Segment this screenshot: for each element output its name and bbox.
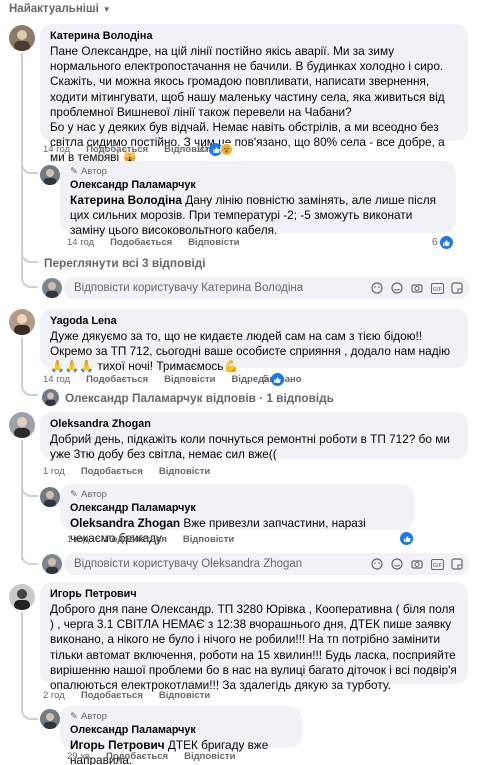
comment-actions: 1 год Подобається Відповісти [43, 466, 211, 477]
gif-icon[interactable]: GIF [430, 281, 444, 295]
avatar [42, 389, 59, 406]
sticker-pack-icon[interactable] [450, 281, 464, 295]
reply-button[interactable]: Відповісти [159, 466, 210, 477]
comment-bubble: Игорь Петрович Доброго дня пане Олександ… [40, 582, 468, 692]
like-button[interactable]: Подобається [110, 237, 172, 248]
pencil-icon: ✎ [70, 166, 78, 177]
comment-author[interactable]: Катерина Володіна [50, 29, 458, 43]
reply-actions: 1 год Подобається Відповісти [67, 534, 235, 545]
comment-bubble: Катерина Володіна Пане Олександре, на ці… [40, 24, 468, 164]
like-reaction-icon [400, 532, 413, 545]
pencil-icon: ✎ [70, 489, 78, 500]
sticker-pack-icon[interactable] [450, 557, 464, 571]
comment-actions: 14 год Подобається Відповісти [43, 144, 215, 155]
reply-button[interactable]: Відповісти [184, 751, 235, 762]
gif-icon[interactable]: GIF [430, 557, 444, 571]
like-button[interactable]: Подобається [105, 534, 167, 545]
like-reaction-icon [270, 373, 284, 386]
view-replies-label: Переглянути всі 3 відповіді [44, 256, 206, 270]
like-reaction-icon [439, 236, 453, 249]
svg-text:GIF: GIF [432, 287, 442, 293]
camera-icon[interactable] [410, 281, 424, 295]
comment-author[interactable]: Oleksandra Zhogan [50, 417, 458, 431]
like-button[interactable]: Подобається [106, 751, 168, 762]
mention-tag[interactable]: Игорь Петрович [70, 738, 165, 752]
reply-input[interactable]: Відповісти користувачу Oleksandra Zhogan… [64, 553, 470, 575]
comment-actions: 2 год Подобається Відповісти [43, 690, 211, 701]
avatar[interactable] [40, 165, 60, 185]
like-button[interactable]: Подобається [81, 690, 143, 701]
author-badge: ✎ Автор [70, 489, 107, 500]
current-user-avatar[interactable] [42, 278, 62, 298]
comment-time[interactable]: 14 год [43, 144, 70, 155]
comment-text: Доброго дня пане Олександр. ТП 3280 Юрів… [50, 602, 457, 693]
comment-text: Дуже дякуємо за то, що не кидаєте людей … [50, 329, 451, 374]
reply-button[interactable]: Відповісти [159, 690, 210, 701]
camera-icon[interactable] [410, 557, 424, 571]
chevron-down-icon: ▼ [102, 4, 111, 14]
emoji-icon[interactable] [390, 281, 404, 295]
reply-input[interactable]: Відповісти користувачу Катерина Володіна… [64, 277, 470, 299]
avatar[interactable] [40, 487, 60, 507]
view-replies-link[interactable]: Переглянути всі 3 відповіді [44, 256, 206, 270]
avatar[interactable] [9, 584, 35, 610]
reaction-count[interactable]: 6 [432, 236, 453, 249]
replied-summary: Олександр Паламарчук відповів · 1 відпов… [65, 390, 334, 405]
svg-text:GIF: GIF [432, 563, 442, 569]
sticker-icon[interactable] [370, 281, 384, 295]
reply-bubble: ✎ Автор Олександр Паламарчук Катерина Вол… [60, 161, 456, 237]
reply-author[interactable]: Олександр Паламарчук [70, 178, 446, 192]
reply-button[interactable]: Відповісти [188, 237, 239, 248]
avatar[interactable] [9, 412, 35, 438]
view-replies-link[interactable]: Олександр Паламарчук відповів · 1 відпов… [42, 389, 334, 406]
like-button[interactable]: Подобається [81, 466, 143, 477]
comment-bubble: Yagoda Lena Дуже дякуємо за то, що не ки… [40, 309, 468, 373]
like-button[interactable]: Подобається [86, 374, 148, 385]
current-user-avatar[interactable] [42, 554, 62, 574]
reaction-count[interactable] [400, 532, 413, 545]
reply-bubble: ✎ Автор Олександр Паламарчук Oleksandra Z… [60, 484, 414, 545]
reply-button[interactable]: Відповісти [164, 374, 215, 385]
avatar[interactable] [9, 309, 35, 335]
like-button[interactable]: Подобається [86, 144, 148, 155]
mention-tag[interactable]: Катерина Володіна [70, 193, 182, 207]
comment-bubble: Oleksandra Zhogan Добрий день, підкажіть… [40, 412, 468, 462]
wow-reaction-icon [220, 143, 234, 156]
reply-actions: 14 год Подобається Відповісти [67, 237, 240, 248]
avatar[interactable] [9, 25, 35, 51]
avatar[interactable] [40, 709, 60, 729]
author-badge: ✎ Автор [70, 166, 107, 177]
comment-author[interactable]: Игорь Петрович [50, 587, 458, 601]
reply-text: Катерина Володіна Дану лінію повністю за… [70, 193, 436, 238]
comment-text: Добрий день, підкажіть коли почнуться ре… [50, 432, 450, 462]
comment-author[interactable]: Yagoda Lena [50, 314, 458, 328]
mention-tag[interactable]: Oleksandra Zhogan [70, 516, 180, 530]
sort-label: Найактуальніші [9, 3, 99, 15]
reply-button[interactable]: Відповісти [183, 534, 234, 545]
sort-dropdown[interactable]: Найактуальніші ▼ [9, 3, 111, 15]
emoji-icon[interactable] [390, 557, 404, 571]
reply-author[interactable]: Олександр Паламарчук [70, 501, 404, 515]
reaction-count[interactable]: 10 [196, 143, 234, 156]
reply-actions: 29 хв Подобається Відповісти [67, 751, 236, 762]
reaction-count[interactable]: 5 [263, 373, 284, 386]
author-badge: ✎ Автор [70, 711, 107, 722]
reply-bubble: ✎ Автор Олександр Паламарчук Игорь Петров… [60, 706, 302, 765]
pencil-icon: ✎ [70, 711, 78, 722]
reply-author[interactable]: Олександр Паламарчук [70, 723, 292, 737]
sticker-icon[interactable] [370, 557, 384, 571]
